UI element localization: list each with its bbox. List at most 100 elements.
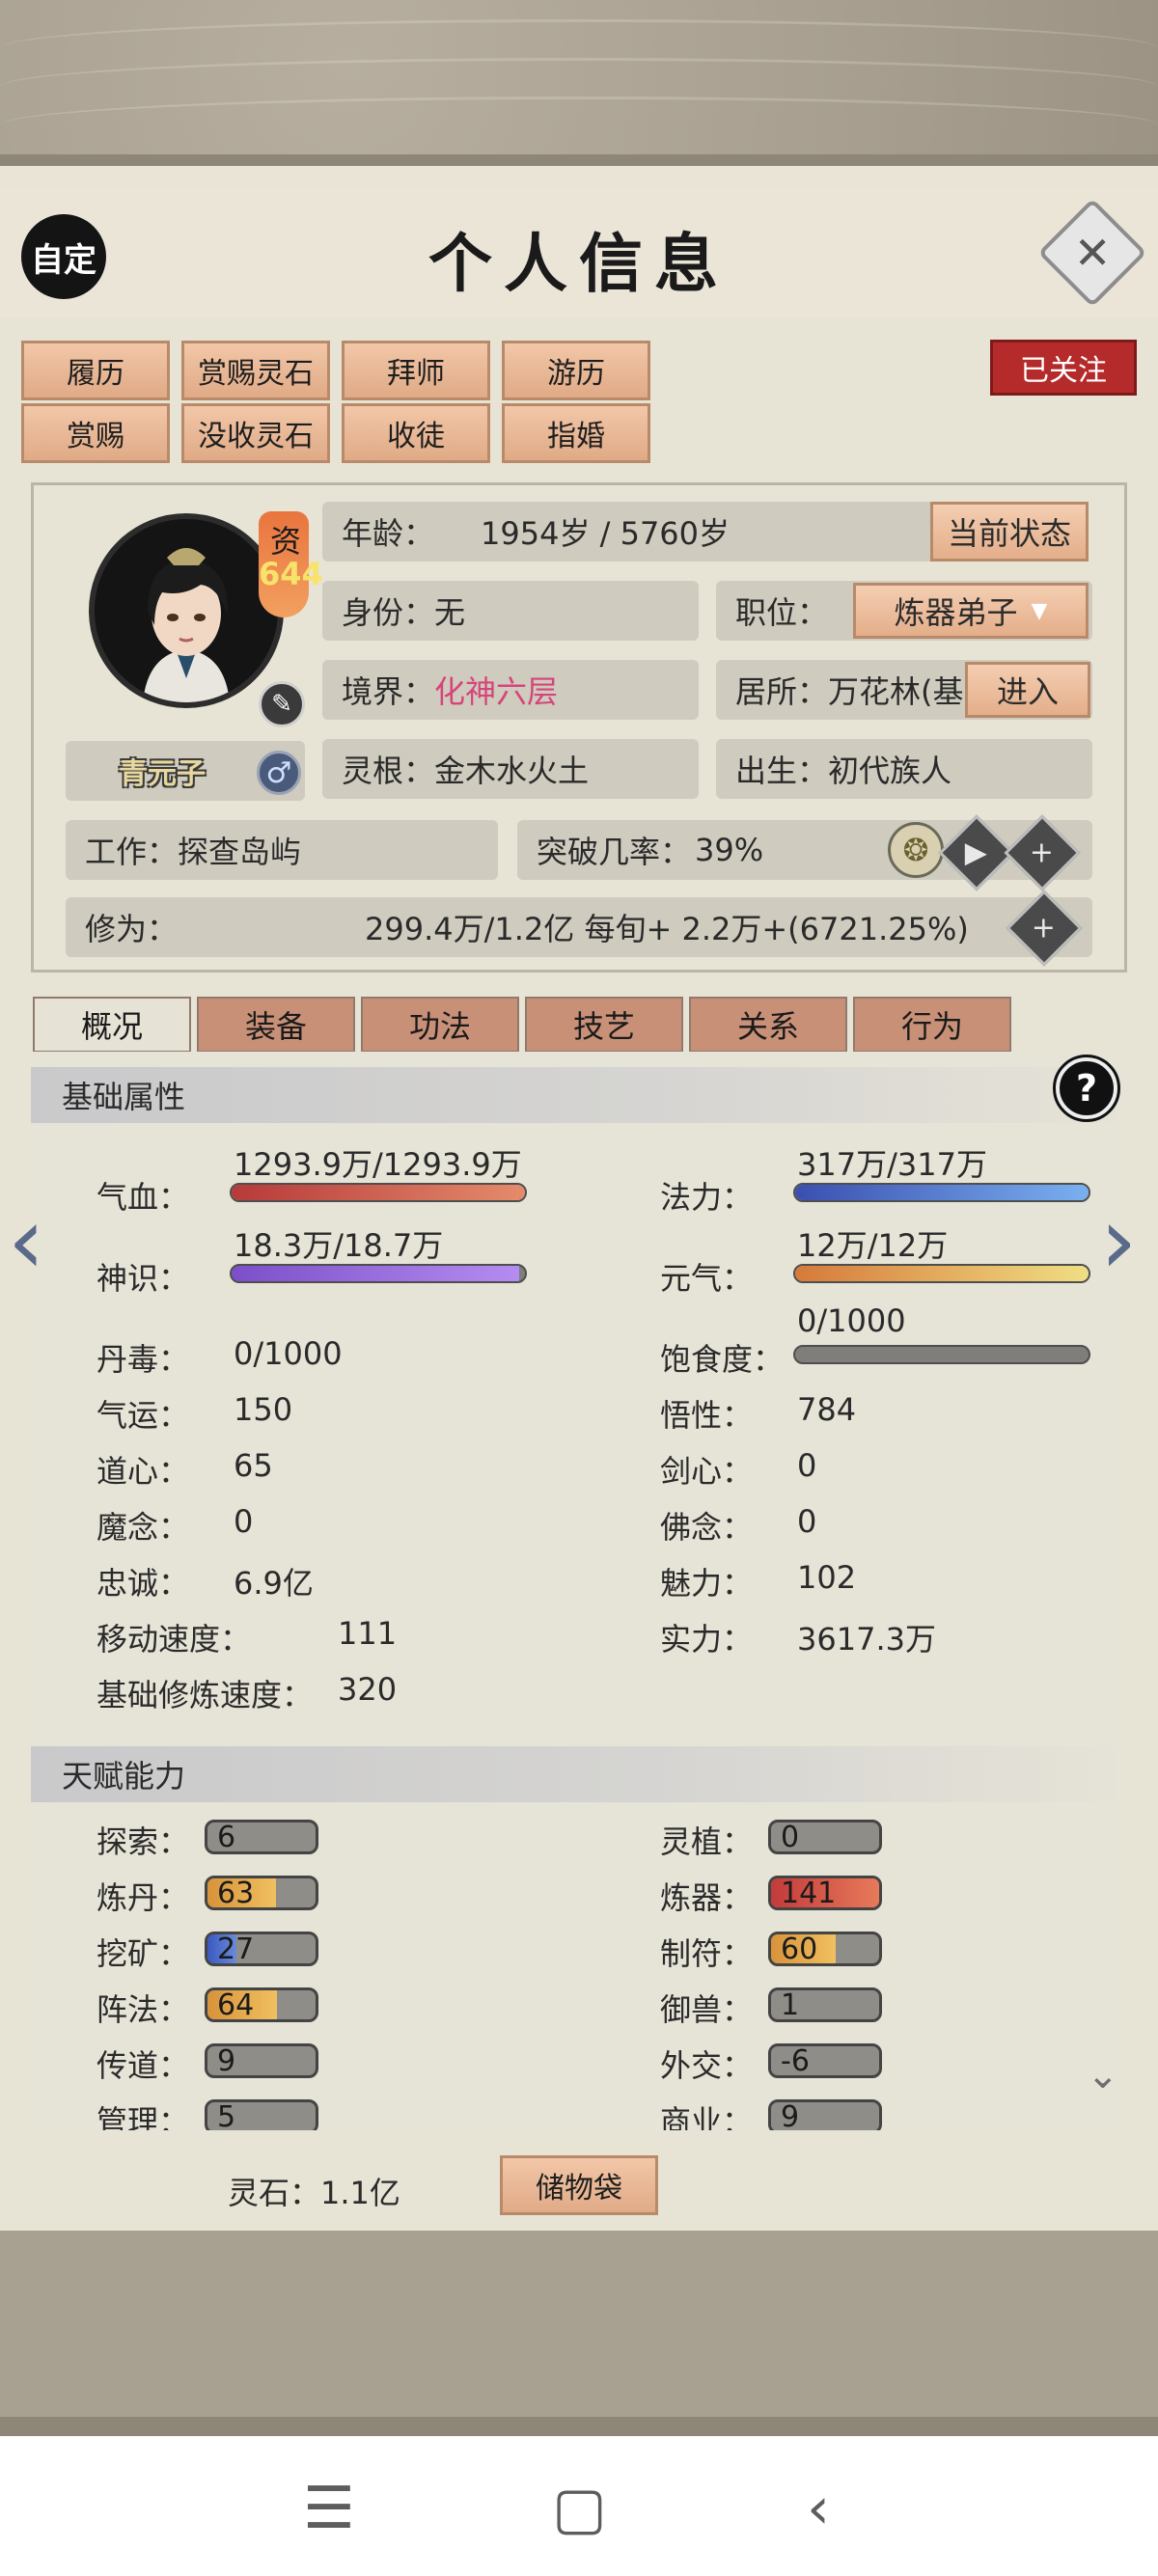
talent-label: 阵法： [96, 1991, 190, 2028]
character-name: 青元子 [119, 757, 206, 791]
help-icon[interactable]: ? [1053, 1055, 1120, 1122]
rename-pen-icon[interactable]: ✎ [259, 681, 305, 727]
stat-value: 102 [797, 1559, 857, 1596]
talent-value: 63 [217, 1877, 255, 1910]
hp-bar [230, 1183, 527, 1202]
vitality-bar [793, 1264, 1090, 1283]
birth-label: 出生： [735, 753, 829, 789]
work-field: 工作： 探查岛屿 [66, 820, 498, 880]
history-button[interactable]: 履历 [21, 341, 170, 400]
hp-value: 1293.9万/1293.9万 [234, 1146, 522, 1183]
stat-value: 0/1000 [234, 1335, 343, 1372]
stat-value: 150 [234, 1391, 293, 1428]
basic-attributes-header: 基础属性 [31, 1067, 1127, 1123]
talent-pill: 6 [205, 1820, 318, 1854]
talent-value: -6 [781, 2044, 810, 2078]
work-value: 探查岛屿 [178, 834, 302, 870]
stat-value: 320 [338, 1671, 398, 1708]
age-value: 1954岁 / 5760岁 [481, 515, 731, 552]
realm-label: 境界： [342, 673, 435, 710]
spirit-root-field: 灵根： 金木水火土 [322, 739, 699, 799]
talent-pill: 5 [205, 2099, 318, 2130]
talent-pill: -6 [768, 2043, 882, 2078]
stat-value: 3617.3万 [797, 1621, 936, 1658]
satiety-bar [793, 1345, 1090, 1364]
stat-value: 0 [797, 1503, 817, 1540]
take-master-button[interactable]: 拜师 [342, 341, 490, 400]
enter-button[interactable]: 进入 [965, 662, 1090, 718]
tab-overview[interactable]: 概况 [33, 997, 191, 1053]
talent-list[interactable]: 探索： 6 炼丹： 63 挖矿： 27 阵法： 64 传道： 9 管理： 5 灵… [31, 1802, 1127, 2130]
work-label: 工作： [85, 834, 179, 870]
talent-value: 0 [781, 1821, 800, 1854]
confiscate-stones-button[interactable]: 没收灵石 [181, 403, 330, 463]
header-background [0, 0, 1158, 159]
cultivation-label: 修为： [85, 911, 179, 947]
stat-label: 忠诚： [96, 1565, 190, 1602]
talent-label: 御兽： [660, 1991, 754, 2028]
position-dropdown[interactable]: 炼器弟子 ▼ [853, 583, 1089, 639]
take-disciple-button[interactable]: 收徒 [342, 403, 490, 463]
stat-label: 魅力： [660, 1565, 754, 1602]
talent-label: 炼丹： [96, 1879, 190, 1916]
stat-value: 0 [234, 1503, 254, 1540]
position-value: 炼器弟子 [894, 594, 1018, 631]
stat-label: 佛念： [660, 1509, 754, 1546]
male-gender-icon: ♂ [257, 751, 301, 795]
talent-label: 管理： [96, 2103, 190, 2130]
stat-label: 实力： [660, 1621, 754, 1658]
talent-value: 64 [217, 1988, 255, 2022]
talent-value: 141 [781, 1877, 837, 1910]
stat-value: 784 [797, 1391, 857, 1428]
talent-value: 9 [781, 2100, 800, 2130]
menu-icon[interactable]: ☰ [303, 2475, 355, 2542]
tab-skills[interactable]: 技艺 [525, 997, 683, 1053]
talent-value: 27 [217, 1932, 255, 1966]
spirit-stone-count: 灵石：1.1亿 [228, 2175, 400, 2211]
talent-pill: 64 [205, 1987, 318, 2022]
tab-behavior[interactable]: 行为 [853, 997, 1011, 1053]
back-icon[interactable]: ‹ [807, 2475, 830, 2542]
tab-equipment[interactable]: 装备 [197, 997, 355, 1053]
reward-button[interactable]: 赏赐 [21, 403, 170, 463]
residence-label: 居所： [735, 673, 829, 710]
dropdown-arrow-icon: ▼ [1031, 598, 1048, 623]
talent-pill: 141 [768, 1876, 882, 1910]
breakthrough-value: 39% [695, 832, 764, 868]
hp-bar-fill [232, 1185, 525, 1200]
followed-button[interactable]: 已关注 [990, 340, 1137, 396]
identity-field: 身份： 无 [322, 581, 699, 641]
talent-label: 外交： [660, 2047, 754, 2084]
age-label: 年龄： [342, 515, 435, 552]
hp-label: 气血： [96, 1179, 190, 1216]
close-icon: ✕ [1073, 226, 1112, 279]
realm-value: 化神六层 [434, 673, 559, 710]
aptitude-value: 644 [259, 556, 323, 592]
meditation-icon[interactable]: ❂ [888, 822, 944, 878]
reward-stones-button[interactable]: 赏赐灵石 [181, 341, 330, 400]
spirit-root-label: 灵根： [342, 753, 435, 789]
mana-value: 317万/317万 [797, 1146, 987, 1183]
talent-value: 60 [781, 1932, 818, 1966]
tab-techniques[interactable]: 功法 [361, 997, 519, 1053]
sense-value: 18.3万/18.7万 [234, 1227, 444, 1264]
storage-bag-button[interactable]: 储物袋 [500, 2155, 658, 2215]
stat-label: 移动速度： [96, 1621, 252, 1658]
tab-relations[interactable]: 关系 [689, 997, 847, 1053]
talent-label: 制符： [660, 1935, 754, 1972]
scroll-down-chevron-icon[interactable]: ⌄ [1087, 2053, 1119, 2097]
current-state-button[interactable]: 当前状态 [930, 502, 1089, 562]
mana-label: 法力： [660, 1179, 754, 1216]
next-character-arrow[interactable]: › [1100, 1187, 1137, 1295]
stat-label: 悟性： [660, 1397, 754, 1434]
stat-value: 111 [338, 1615, 398, 1652]
prev-character-arrow[interactable]: ‹ [8, 1187, 44, 1295]
home-icon[interactable]: ▢ [552, 2475, 607, 2542]
satiety-label: 饱食度： [660, 1341, 785, 1378]
stat-value: 6.9亿 [234, 1565, 314, 1602]
birth-value: 初代族人 [828, 753, 952, 789]
arrange-marriage-button[interactable]: 指婚 [502, 403, 650, 463]
character-avatar[interactable] [89, 513, 284, 708]
talent-pill: 0 [768, 1820, 882, 1854]
travel-button[interactable]: 游历 [502, 341, 650, 400]
